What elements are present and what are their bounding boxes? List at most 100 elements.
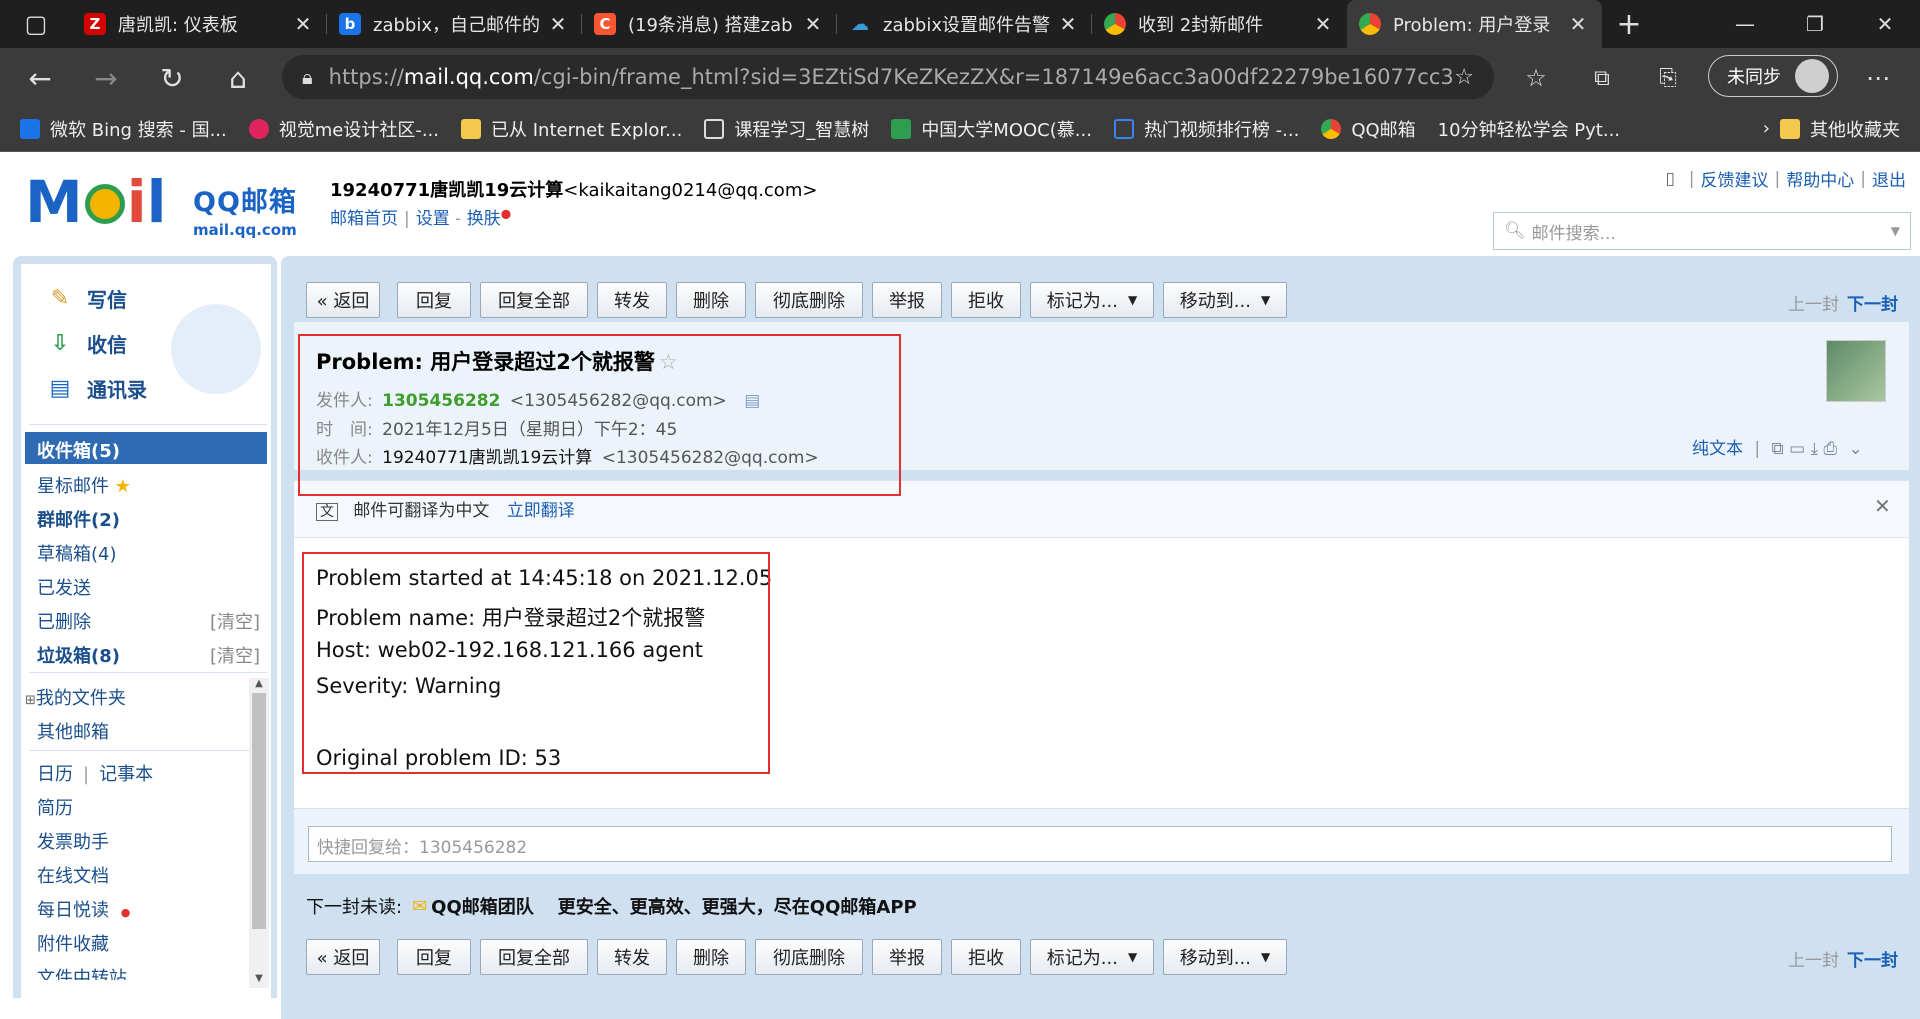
daily-reading-link[interactable]: 每日悦读 ● (37, 896, 130, 922)
file-transfer-link[interactable]: 文件中转站 (37, 964, 127, 980)
close-tab-icon[interactable]: ✕ (1056, 12, 1080, 36)
move-to-dropdown[interactable]: 移动到... ▼ (1163, 282, 1287, 318)
next-mail-link-bottom[interactable]: 下一封 (1847, 946, 1898, 971)
more-menu-icon[interactable]: ⋯ (1858, 58, 1898, 98)
prev-mail-link[interactable]: 上一封 (1788, 290, 1839, 315)
bookmark-other-folder[interactable]: 其他收藏夹 (1780, 116, 1900, 142)
maximize-icon[interactable]: ❐ (1780, 0, 1850, 48)
close-tab-icon[interactable]: ✕ (1566, 12, 1590, 36)
browser-tab-5[interactable]: 收到 2封新邮件 ✕ (1092, 0, 1347, 48)
bookmark-shijueme[interactable]: 视觉me设计社区-... (248, 116, 439, 142)
skin-link[interactable]: 换肤 (467, 209, 501, 229)
favorites-icon[interactable]: ☆ (1516, 58, 1556, 98)
delete-button[interactable]: 删除 (676, 282, 746, 318)
mark-as-dropdown-bottom[interactable]: 标记为... ▼ (1030, 939, 1154, 975)
reject-button-bottom[interactable]: 拒收 (951, 939, 1021, 975)
logout-link[interactable]: 退出 (1872, 166, 1906, 191)
sender-avatar[interactable] (1826, 340, 1886, 402)
contacts-button[interactable]: ▤ 通讯录 (45, 374, 147, 403)
compose-button[interactable]: ✎ 写信 (45, 284, 127, 313)
home-icon[interactable]: ⌂ (218, 58, 258, 98)
print-icon[interactable]: ⎙ (1823, 439, 1837, 459)
folder-sent[interactable]: 已发送 (37, 574, 91, 600)
phone-icon[interactable]: ▯ (1665, 169, 1674, 189)
other-mailbox-link[interactable]: 其他邮箱 (37, 718, 109, 744)
bookmark-bilibili[interactable]: 热门视频排行榜 -... (1113, 116, 1299, 142)
next-unread-sender[interactable]: QQ邮箱团队 (431, 893, 534, 919)
delete-button-bottom[interactable]: 删除 (676, 939, 746, 975)
folder-starred[interactable]: 星标邮件 ★ (37, 472, 131, 498)
forward-icon[interactable]: → (86, 58, 126, 98)
scrollbar-thumb[interactable] (252, 693, 266, 929)
online-docs-link[interactable]: 在线文档 (37, 862, 109, 888)
feedback-link[interactable]: 反馈建议 (1701, 166, 1769, 191)
report-button[interactable]: 举报 (872, 282, 942, 318)
delete-permanently-button-bottom[interactable]: 彻底删除 (755, 939, 863, 975)
invoice-helper-link[interactable]: 发票助手 (37, 828, 109, 854)
bookmark-bing[interactable]: 微软 Bing 搜索 - 国... (20, 116, 227, 142)
help-center-link[interactable]: 帮助中心 (1786, 166, 1854, 191)
empty-spam-link[interactable]: [清空] (210, 642, 260, 668)
browser-tab-4[interactable]: ☁ zabbix设置邮件告警 ✕ (837, 0, 1092, 48)
qqmail-logo[interactable]: M i l (25, 172, 167, 232)
bookmark-qqmail[interactable]: QQ邮箱 (1321, 116, 1416, 142)
tools-calendar-notes[interactable]: 日历 | 记事本 (37, 760, 153, 786)
receive-button[interactable]: ⇩ 收信 (45, 329, 127, 358)
close-tab-icon[interactable]: ✕ (801, 12, 825, 36)
folder-spam[interactable]: 垃圾箱(8) (37, 642, 120, 668)
my-folders-toggle[interactable]: ⊞我的文件夹 (25, 684, 126, 710)
prev-mail-link-bottom[interactable]: 上一封 (1788, 946, 1839, 971)
attachments-link[interactable]: 附件收藏 (37, 930, 109, 956)
settings-link[interactable]: 设置 (416, 209, 450, 229)
sidebar-scrollbar[interactable]: ▲ ▼ (249, 678, 269, 988)
mark-as-dropdown[interactable]: 标记为... ▼ (1030, 282, 1154, 318)
share-icon[interactable]: ⎘ (1648, 58, 1688, 98)
folder-inbox[interactable]: 收件箱(5) (37, 437, 120, 463)
reply-button-bottom[interactable]: 回复 (397, 939, 471, 975)
bookmark-python[interactable]: 10分钟轻松学会 Pyt... (1438, 116, 1620, 142)
back-to-list-button-bottom[interactable]: « 返回 (306, 939, 380, 975)
folder-group[interactable]: 群邮件(2) (37, 506, 120, 532)
browser-tab-6-active[interactable]: Problem: 用户登录 ✕ (1347, 0, 1602, 48)
back-icon[interactable]: ← (20, 58, 60, 98)
browser-tab-2[interactable]: b zabbix，自己邮件的 ✕ (327, 0, 582, 48)
collections-icon[interactable]: ⧉ (1582, 58, 1622, 98)
reply-all-button[interactable]: 回复全部 (480, 282, 588, 318)
chevron-down-icon[interactable]: ▼ (1891, 224, 1900, 238)
forward-button-bottom[interactable]: 转发 (597, 939, 667, 975)
browser-tab-1[interactable]: Z 唐凯凯: 仪表板 ✕ (72, 0, 327, 48)
close-tab-icon[interactable]: ✕ (546, 12, 570, 36)
bookmark-mooc[interactable]: 中国大学MOOC(慕... (891, 116, 1092, 142)
browser-tab-3[interactable]: C (19条消息) 搭建zab ✕ (582, 0, 837, 48)
report-button-bottom[interactable]: 举报 (872, 939, 942, 975)
back-to-list-button[interactable]: « 返回 (306, 282, 380, 318)
new-tab-icon[interactable]: + (1602, 0, 1656, 48)
forward-button[interactable]: 转发 (597, 282, 667, 318)
tab-actions-icon[interactable]: ▢ (0, 0, 72, 48)
bookmarks-overflow-icon[interactable]: › (1763, 118, 1770, 139)
delete-permanently-button[interactable]: 彻底删除 (755, 282, 863, 318)
reject-button[interactable]: 拒收 (951, 282, 1021, 318)
next-mail-link[interactable]: 下一封 (1847, 290, 1898, 315)
mail-home-link[interactable]: 邮箱首页 (330, 209, 398, 229)
sync-profile-button[interactable]: 未同步 (1708, 55, 1838, 97)
notepad-link[interactable]: 记事本 (99, 764, 153, 785)
quick-reply-input[interactable]: 快捷回复给：1305456282 (308, 826, 1892, 862)
window-icon[interactable]: ▭ (1789, 439, 1805, 459)
translate-now-link[interactable]: 立即翻译 (507, 501, 575, 521)
next-unread-subject[interactable]: 更安全、更高效、更强大，尽在QQ邮箱APP (558, 893, 917, 919)
close-translate-icon[interactable]: ✕ (1874, 494, 1891, 518)
move-to-dropdown-bottom[interactable]: 移动到... ▼ (1163, 939, 1287, 975)
download-icon[interactable]: ⤓ (1811, 439, 1819, 459)
expand-icon[interactable]: ⌄ (1849, 439, 1863, 459)
address-bar[interactable]: 🔒︎ https://mail.qq.com/cgi-bin/frame_htm… (282, 55, 1494, 99)
plain-text-link[interactable]: 纯文本 (1692, 439, 1743, 459)
close-tab-icon[interactable]: ✕ (1311, 12, 1335, 36)
reply-all-button-bottom[interactable]: 回复全部 (480, 939, 588, 975)
refresh-icon[interactable]: ↻ (152, 58, 192, 98)
resume-link[interactable]: 简历 (37, 794, 73, 820)
reply-button[interactable]: 回复 (397, 282, 471, 318)
bookmark-folder-ie[interactable]: 已从 Internet Explor... (461, 116, 682, 142)
minimize-icon[interactable]: — (1710, 0, 1780, 48)
empty-deleted-link[interactable]: [清空] (210, 608, 260, 634)
